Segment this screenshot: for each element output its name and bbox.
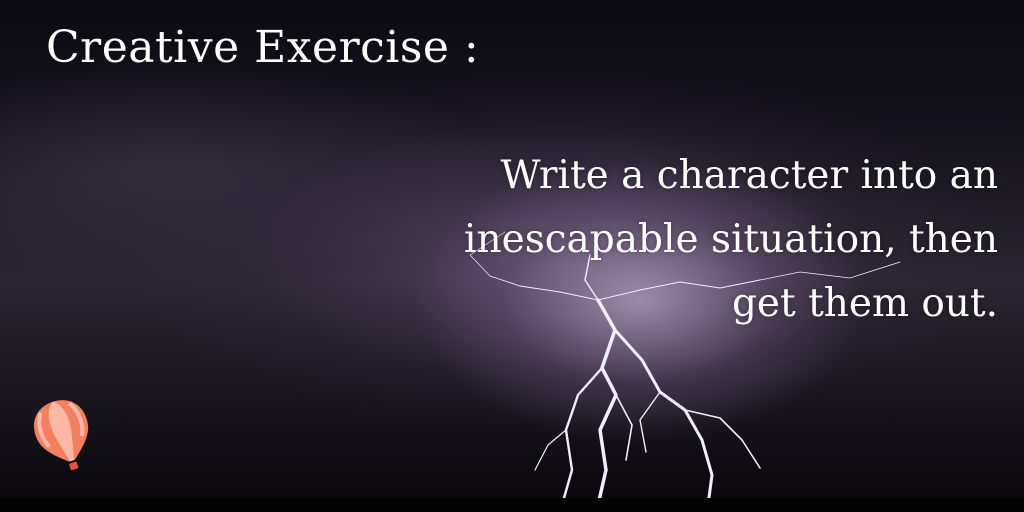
prompt-line: inescapable situation, then bbox=[464, 217, 998, 262]
hot-air-balloon-icon bbox=[34, 400, 89, 471]
horizon-ground bbox=[0, 498, 1024, 512]
exercise-prompt: Write a character into an inescapable si… bbox=[378, 144, 998, 336]
lightning-background: Creative Exercise : Write a character in… bbox=[0, 0, 1024, 512]
exercise-title: Creative Exercise : bbox=[46, 22, 480, 73]
prompt-line: Write a character into an bbox=[500, 153, 999, 198]
prompt-line: get them out. bbox=[731, 281, 998, 326]
